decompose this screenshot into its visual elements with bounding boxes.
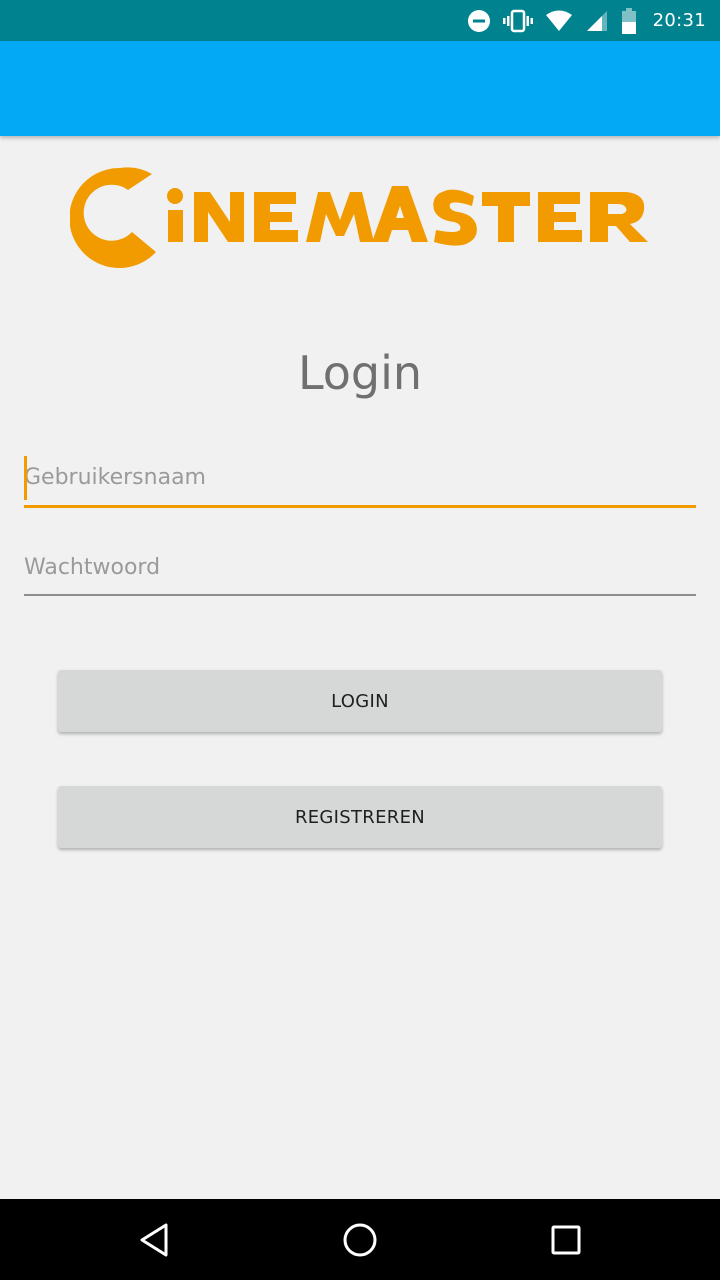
status-time: 20:31 — [652, 10, 706, 31]
navigation-bar — [0, 1199, 720, 1280]
username-input[interactable] — [24, 456, 696, 508]
home-icon[interactable] — [305, 1199, 415, 1280]
battery-icon — [621, 7, 637, 34]
app-bar — [0, 41, 720, 136]
back-icon[interactable] — [99, 1199, 209, 1280]
text-cursor — [24, 456, 27, 500]
wifi-icon — [545, 10, 573, 32]
do-not-disturb-icon — [467, 9, 491, 33]
password-input[interactable] — [24, 546, 696, 596]
cell-signal-icon — [585, 9, 609, 33]
recents-icon[interactable] — [511, 1199, 621, 1280]
status-icons: 20:31 — [455, 0, 706, 41]
cinemaster-logo — [69, 166, 650, 268]
login-screen: Login LOGIN REGISTREREN — [0, 136, 720, 1199]
register-button[interactable]: REGISTREREN — [58, 786, 662, 848]
password-field-container — [24, 546, 696, 596]
username-field-container — [24, 456, 696, 508]
page-title: Login — [297, 346, 423, 400]
login-button[interactable]: LOGIN — [58, 670, 662, 732]
vibrate-icon — [502, 9, 533, 33]
status-bar: 20:31 — [0, 0, 720, 41]
